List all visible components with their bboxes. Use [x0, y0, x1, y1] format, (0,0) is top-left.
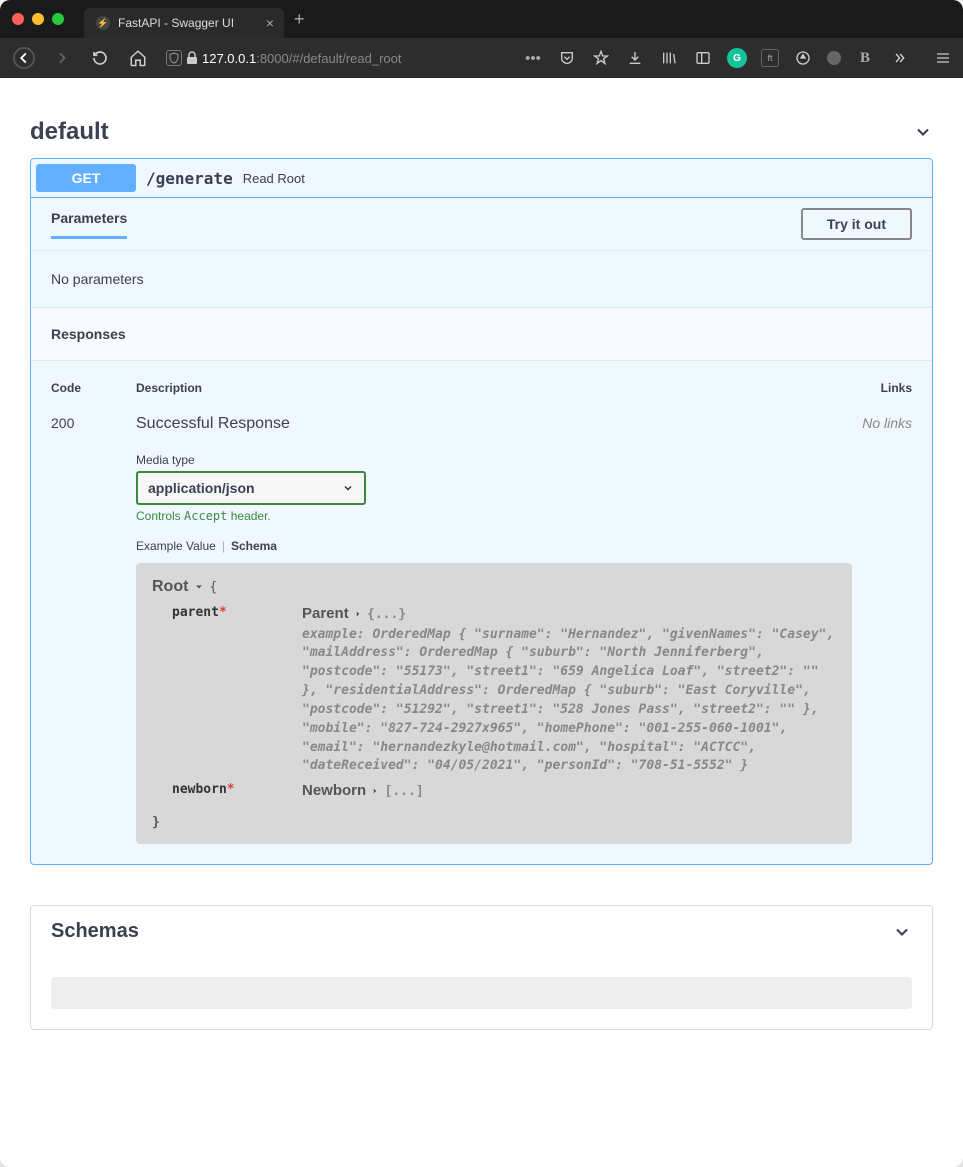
operation-block: GET /generate Read Root Parameters Try i… [30, 158, 933, 865]
schemas-header[interactable]: Schemas [31, 906, 932, 957]
prop-example-parent: example: OrderedMap { "surname": "Hernan… [302, 626, 836, 777]
schema-root[interactable]: Root { [152, 575, 836, 599]
schema-property-parent: parent* Parent {...} [152, 603, 836, 776]
close-window-button[interactable] [12, 13, 24, 25]
extension-icon-2[interactable] [793, 48, 813, 68]
grammarly-icon[interactable]: G [727, 48, 747, 68]
extension-icon-3[interactable] [827, 51, 841, 65]
response-row: 200 Successful Response Media type appli… [51, 405, 912, 844]
responses-heading: Responses [31, 307, 932, 361]
schemas-body [31, 957, 932, 1029]
no-parameters-text: No parameters [31, 250, 932, 307]
sidebar-icon[interactable] [693, 48, 713, 68]
pocket-icon[interactable] [557, 48, 577, 68]
operation-summary[interactable]: GET /generate Read Root [31, 159, 932, 197]
schemas-section: Schemas [30, 905, 933, 1030]
url-text: 127.0.0.1:8000/#/default/read_root [202, 51, 402, 66]
operation-body: Parameters Try it out No parameters Resp… [31, 197, 932, 864]
tab-example-value[interactable]: Example Value [136, 539, 216, 553]
lock-icon [186, 51, 198, 65]
media-type-select[interactable]: application/json [136, 471, 366, 505]
media-type-value: application/json [148, 480, 255, 496]
tag-header[interactable]: default [30, 98, 933, 146]
http-method-badge: GET [36, 164, 136, 192]
close-tab-icon[interactable]: × [266, 15, 274, 31]
parameters-title: Parameters [51, 210, 127, 239]
try-it-out-button[interactable]: Try it out [801, 208, 912, 240]
new-tab-button[interactable]: + [294, 9, 305, 30]
responses-table: Code Description Links 200 Successful Re… [31, 361, 932, 864]
download-icon[interactable] [625, 48, 645, 68]
schema-property-newborn: newborn* Newborn [...] [152, 780, 836, 803]
prop-type-parent[interactable]: Parent {...} [302, 603, 836, 626]
shield-icon [166, 50, 182, 66]
star-icon[interactable] [591, 48, 611, 68]
col-description: Description [136, 381, 852, 395]
media-type-label: Media type [136, 453, 852, 467]
browser-tab[interactable]: ⚡ FastAPI - Swagger UI × [84, 8, 284, 38]
chevron-down-icon [913, 122, 933, 142]
titlebar: ⚡ FastAPI - Swagger UI × + [0, 0, 963, 38]
extension-icon-1[interactable]: ft [761, 49, 779, 67]
responses-columns: Code Description Links [51, 361, 912, 405]
col-links: Links [852, 381, 912, 395]
parameters-header: Parameters Try it out [31, 198, 932, 250]
swagger-content: default GET /generate Read Root Paramete… [0, 78, 963, 1167]
response-description: Successful Response Media type applicati… [136, 415, 852, 844]
reload-button[interactable] [86, 44, 114, 72]
prop-type-newborn[interactable]: Newborn [...] [302, 780, 836, 803]
prop-name-parent: parent* [152, 603, 302, 776]
home-button[interactable] [124, 44, 152, 72]
tab-schema[interactable]: Schema [231, 539, 277, 553]
chevron-down-icon [193, 581, 205, 593]
chevron-down-icon [892, 922, 912, 942]
maximize-window-button[interactable] [52, 13, 64, 25]
url-bar[interactable]: 127.0.0.1:8000/#/default/read_root [162, 50, 406, 66]
browser-toolbar: 127.0.0.1:8000/#/default/read_root ••• G… [0, 38, 963, 78]
response-links: No links [852, 415, 912, 844]
schema-item[interactable] [51, 977, 912, 1009]
operation-path: /generate [146, 169, 233, 188]
schema-close-brace: } [152, 813, 836, 833]
operation-summary-text: Read Root [243, 171, 305, 186]
back-button[interactable] [10, 44, 38, 72]
tag-title: default [30, 118, 109, 146]
schemas-title: Schemas [51, 920, 139, 943]
chevron-down-icon [342, 482, 354, 494]
browser-window: ⚡ FastAPI - Swagger UI × + 127.0.0. [0, 0, 963, 1167]
chevron-right-icon [353, 609, 363, 619]
response-code: 200 [51, 415, 136, 844]
hamburger-menu-icon[interactable] [933, 48, 953, 68]
prop-name-newborn: newborn* [152, 780, 302, 803]
toolbar-icons: ••• G ft B [523, 48, 953, 68]
tab-title: FastAPI - Swagger UI [118, 16, 234, 30]
schema-model: Root { parent* [136, 563, 852, 844]
more-icon[interactable]: ••• [523, 48, 543, 68]
library-icon[interactable] [659, 48, 679, 68]
example-schema-tabs: Example Value | Schema [136, 539, 852, 553]
traffic-lights [12, 13, 64, 25]
response-desc-text: Successful Response [136, 415, 852, 433]
chevron-right-icon [370, 786, 380, 796]
extension-icon-4[interactable]: B [855, 48, 875, 68]
minimize-window-button[interactable] [32, 13, 44, 25]
forward-button[interactable] [48, 44, 76, 72]
col-code: Code [51, 381, 136, 395]
media-type-hint: Controls Accept header. [136, 509, 852, 523]
overflow-icon[interactable] [889, 48, 909, 68]
tab-favicon-icon: ⚡ [96, 16, 110, 30]
